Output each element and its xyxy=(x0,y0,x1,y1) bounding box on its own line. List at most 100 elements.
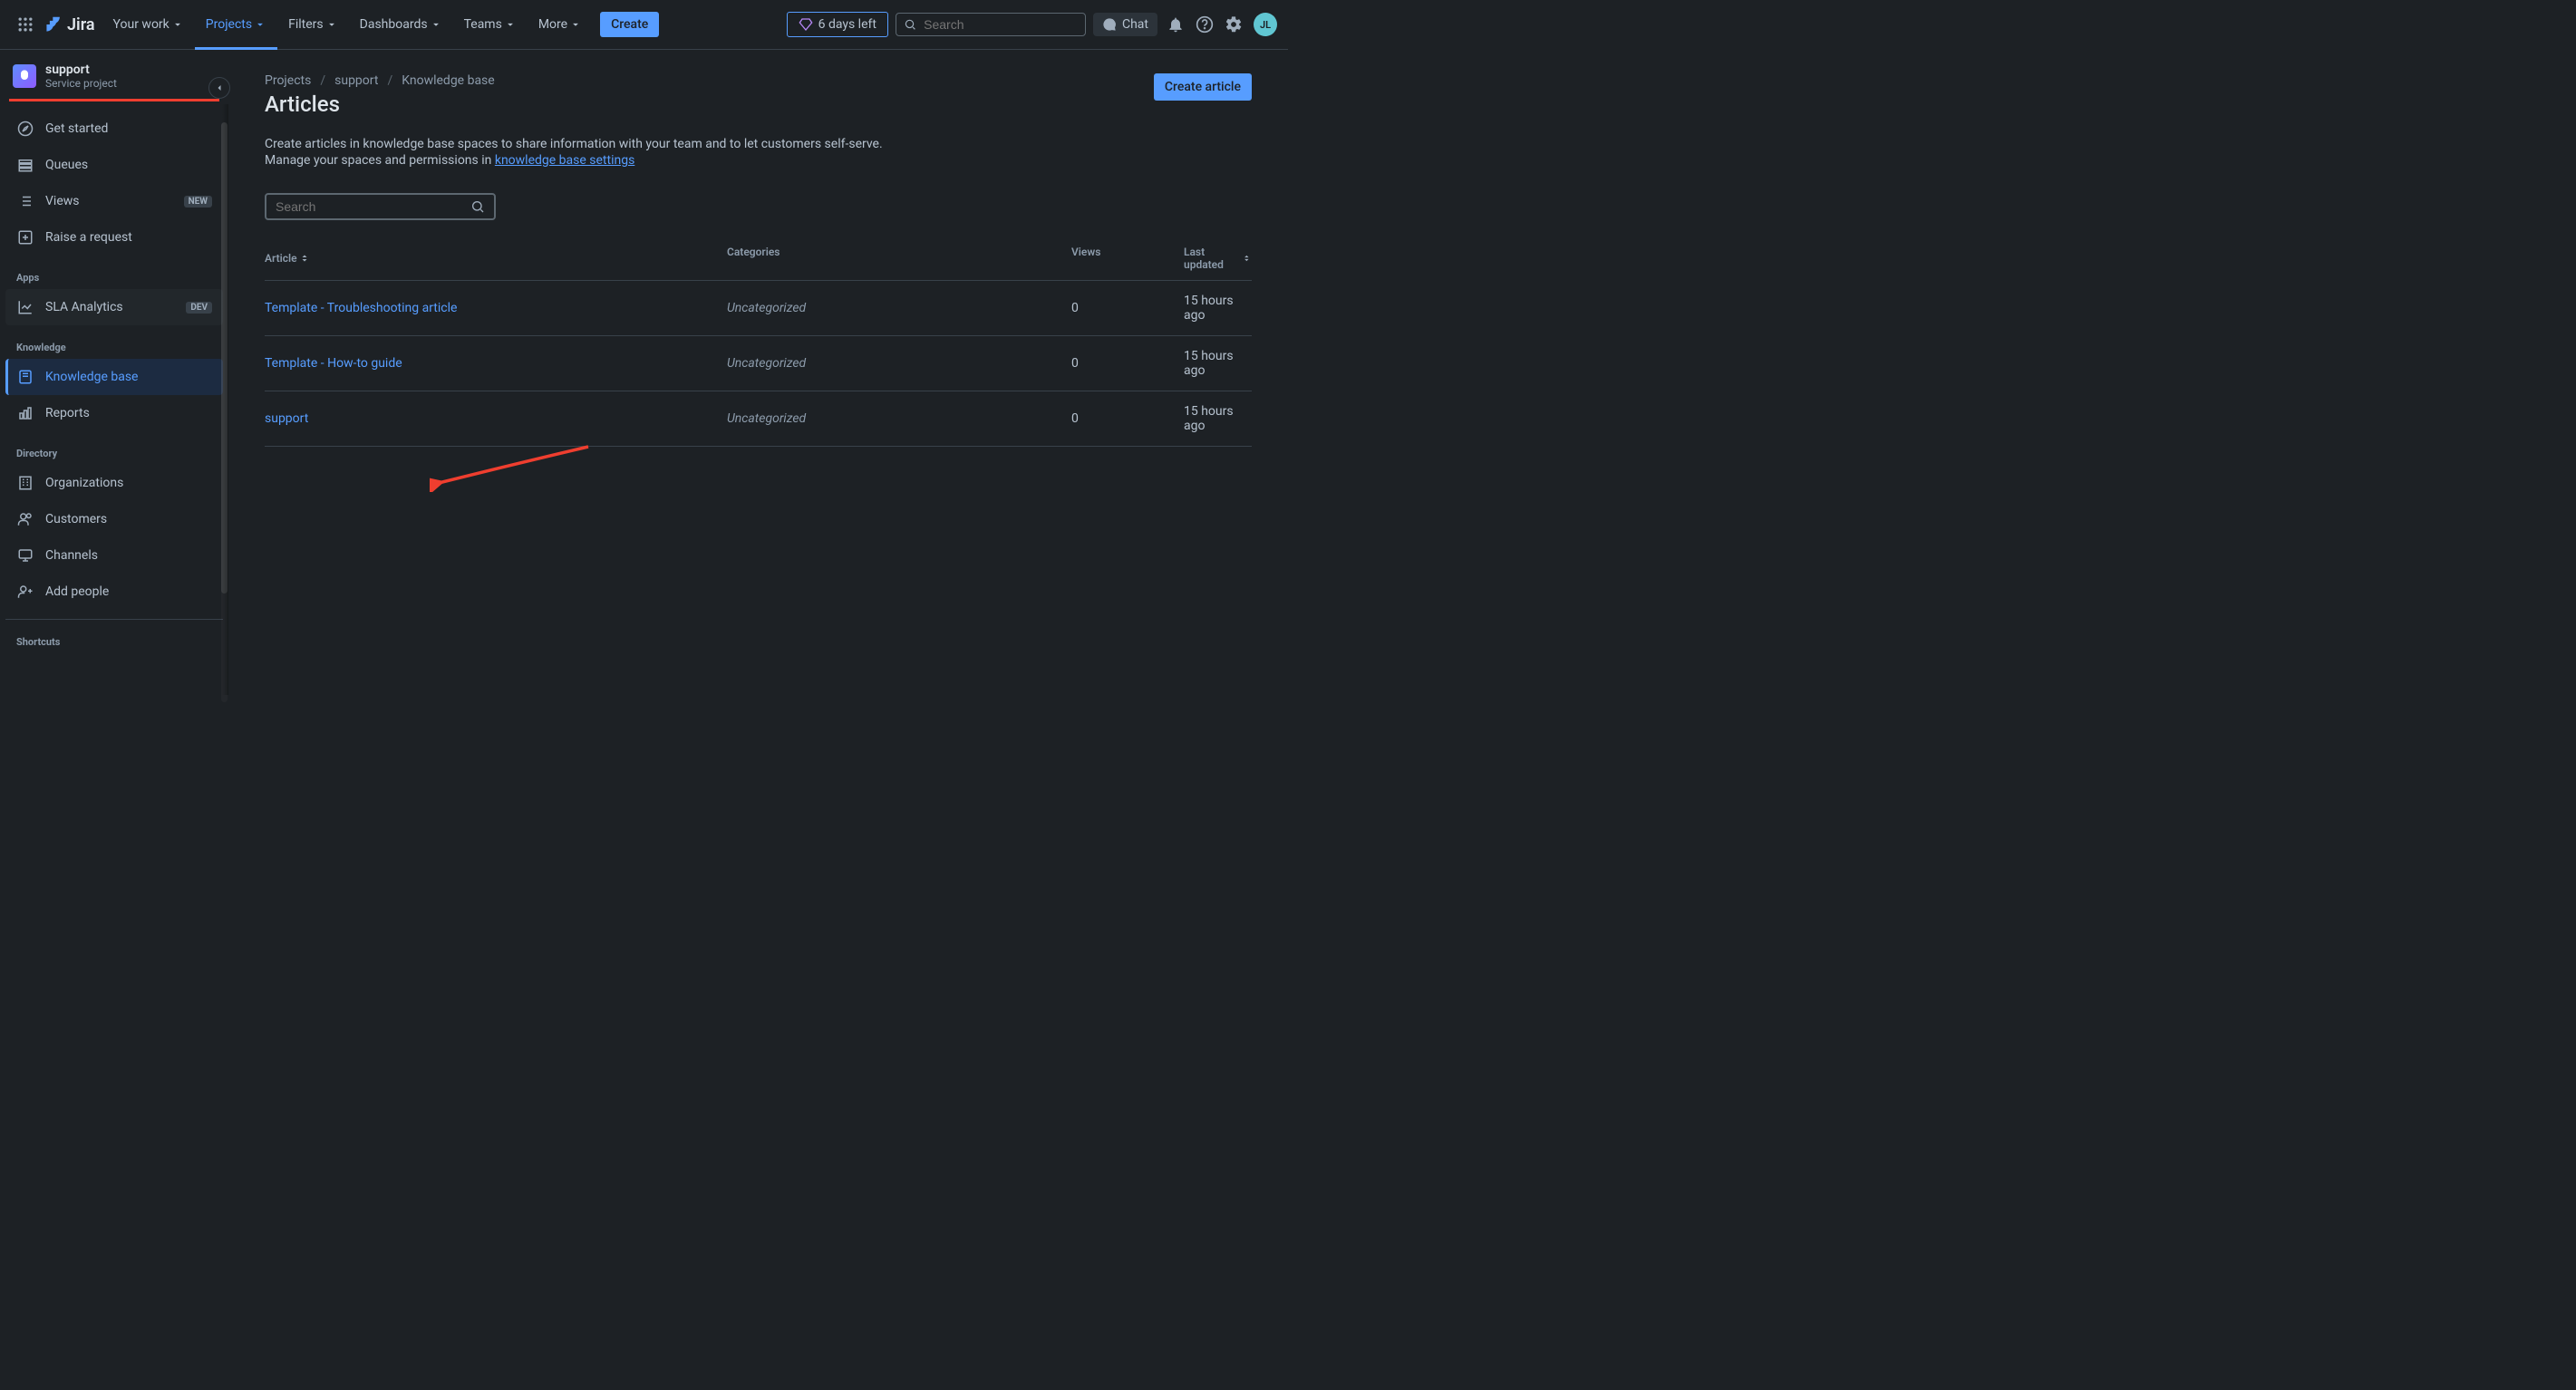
crumb-sep: / xyxy=(387,73,392,88)
crumb-sep: / xyxy=(320,73,325,88)
sidebar-item-add-people[interactable]: Add people xyxy=(5,574,223,610)
cell-updated: 15 hours ago xyxy=(1184,294,1252,323)
sidebar-item-knowledge-base[interactable]: Knowledge base xyxy=(5,359,223,395)
desc-line1: Create articles in knowledge base spaces… xyxy=(265,137,1252,151)
user-plus-icon xyxy=(16,584,34,600)
building-icon xyxy=(16,475,34,491)
table-header: Article Categories Views Last updated xyxy=(265,246,1252,281)
book-icon xyxy=(16,369,34,385)
notifications-icon[interactable] xyxy=(1161,10,1190,39)
col-views[interactable]: Views xyxy=(1071,246,1184,271)
scrollbar-track xyxy=(221,122,228,702)
search-icon xyxy=(904,17,916,32)
sidebar-item-reports[interactable]: Reports xyxy=(5,395,223,431)
chevron-down-icon xyxy=(171,18,184,31)
global-search[interactable] xyxy=(896,13,1086,36)
article-link[interactable]: Template - Troubleshooting article xyxy=(265,301,457,315)
sidebar-item-queues[interactable]: Queues xyxy=(5,147,223,183)
cell-updated: 15 hours ago xyxy=(1184,404,1252,433)
chevron-down-icon xyxy=(430,18,442,31)
table-row: Template - How-to guide Uncategorized015 … xyxy=(265,336,1252,391)
chevron-down-icon xyxy=(254,18,266,31)
dev-badge: DEV xyxy=(186,302,212,314)
global-search-input[interactable] xyxy=(924,17,1078,32)
cell-category: Uncategorized xyxy=(727,356,1071,371)
plus-square-icon xyxy=(16,229,34,246)
diamond-icon xyxy=(799,17,813,32)
cell-views: 0 xyxy=(1071,301,1184,315)
chat-button[interactable]: Chat xyxy=(1093,13,1157,36)
sidebar-item-raise-request[interactable]: Raise a request xyxy=(5,219,223,256)
sidebar-item-channels[interactable]: Channels xyxy=(5,537,223,574)
sidebar-item-sla-analytics[interactable]: SLA AnalyticsDEV xyxy=(5,289,223,325)
crumb-projects[interactable]: Projects xyxy=(265,73,311,88)
table-row: support Uncategorized015 hours ago xyxy=(265,391,1252,447)
sidebar-item-customers[interactable]: Customers xyxy=(5,501,223,537)
bar-chart-icon xyxy=(16,405,34,421)
nav-teams[interactable]: Teams xyxy=(459,12,522,37)
page-title: Articles xyxy=(265,92,495,117)
cell-updated: 15 hours ago xyxy=(1184,349,1252,378)
section-knowledge: Knowledge xyxy=(5,325,223,359)
cell-views: 0 xyxy=(1071,411,1184,426)
help-icon[interactable] xyxy=(1190,10,1219,39)
col-updated[interactable]: Last updated xyxy=(1184,246,1252,271)
create-article-button[interactable]: Create article xyxy=(1154,73,1252,101)
analytics-icon xyxy=(16,299,34,315)
users-icon xyxy=(16,511,34,527)
desc-line2: Manage your spaces and permissions in kn… xyxy=(265,153,1252,168)
scrollbar-thumb[interactable] xyxy=(221,122,228,594)
main-content: Projects / support / Knowledge base Arti… xyxy=(228,50,1288,695)
sort-icon xyxy=(299,253,310,264)
cell-views: 0 xyxy=(1071,356,1184,371)
trial-button[interactable]: 6 days left xyxy=(787,12,888,37)
crumb-kb[interactable]: Knowledge base xyxy=(402,73,494,88)
avatar[interactable]: JL xyxy=(1254,13,1277,36)
col-categories[interactable]: Categories xyxy=(727,246,1071,271)
sidebar-item-organizations[interactable]: Organizations xyxy=(5,465,223,501)
search-icon xyxy=(470,199,485,214)
col-article[interactable]: Article xyxy=(265,246,727,271)
article-search-input[interactable] xyxy=(276,199,470,214)
chat-icon xyxy=(1102,17,1117,32)
annotation-underline xyxy=(9,99,219,101)
project-type: Service project xyxy=(45,77,117,90)
project-name: support xyxy=(45,63,117,77)
sidebar-item-views[interactable]: ViewsNEW xyxy=(5,183,223,219)
sidebar-item-get-started[interactable]: Get started xyxy=(5,111,223,147)
project-header[interactable]: support Service project xyxy=(5,57,223,95)
topbar: Jira Your work Projects Filters Dashboar… xyxy=(0,0,1288,50)
chevron-down-icon xyxy=(504,18,517,31)
breadcrumb: Projects / support / Knowledge base xyxy=(265,73,495,88)
monitor-icon xyxy=(16,547,34,564)
cell-category: Uncategorized xyxy=(727,301,1071,315)
nav-your-work[interactable]: Your work xyxy=(108,12,189,37)
table-row: Template - Troubleshooting article Uncate… xyxy=(265,281,1252,336)
section-shortcuts: Shortcuts xyxy=(5,619,223,653)
section-directory: Directory xyxy=(5,431,223,465)
nav-projects[interactable]: Projects xyxy=(200,12,272,37)
article-link[interactable]: support xyxy=(265,411,308,426)
collapse-sidebar-icon[interactable] xyxy=(208,77,230,99)
queue-icon xyxy=(16,157,34,173)
create-button[interactable]: Create xyxy=(600,12,659,37)
section-apps: Apps xyxy=(5,256,223,289)
nav-more[interactable]: More xyxy=(533,12,587,37)
settings-icon[interactable] xyxy=(1219,10,1248,39)
article-search[interactable] xyxy=(265,193,496,220)
article-link[interactable]: Template - How-to guide xyxy=(265,356,402,371)
articles-table: Article Categories Views Last updated Te… xyxy=(265,246,1252,447)
jira-logo[interactable]: Jira xyxy=(44,14,95,34)
compass-icon xyxy=(16,121,34,137)
nav-filters[interactable]: Filters xyxy=(283,12,344,37)
list-icon xyxy=(16,193,34,209)
sort-icon xyxy=(1242,253,1252,264)
chevron-down-icon xyxy=(569,18,582,31)
app-switcher-icon[interactable] xyxy=(11,10,40,39)
nav-dashboards[interactable]: Dashboards xyxy=(354,12,448,37)
crumb-support[interactable]: support xyxy=(334,73,378,88)
logo-text: Jira xyxy=(67,15,95,34)
kb-settings-link[interactable]: knowledge base settings xyxy=(495,153,634,168)
cell-category: Uncategorized xyxy=(727,411,1071,426)
chevron-down-icon xyxy=(325,18,338,31)
